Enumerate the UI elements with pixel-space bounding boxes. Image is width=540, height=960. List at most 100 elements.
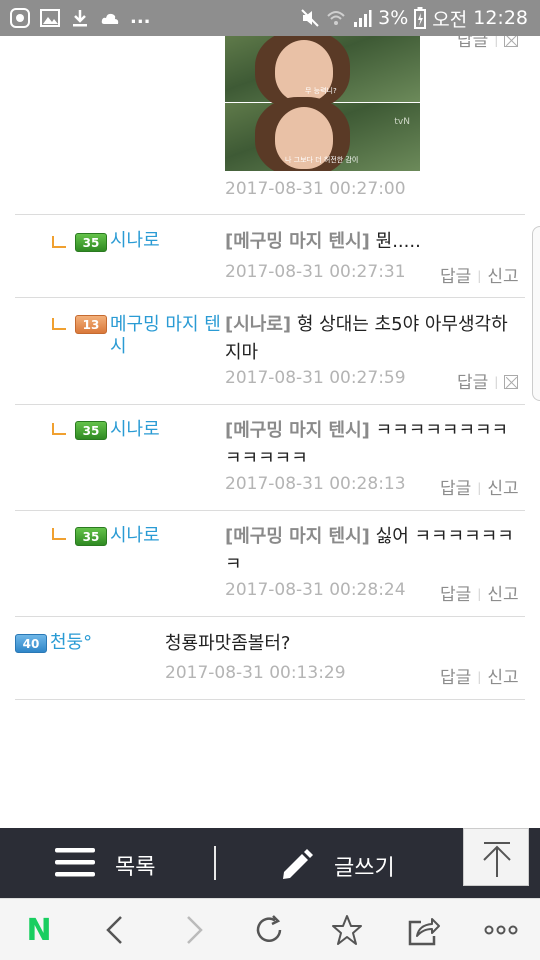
divider — [15, 616, 525, 617]
write-label: 글쓰기 — [334, 856, 395, 881]
divider — [15, 510, 525, 511]
divider — [15, 214, 525, 215]
forward-icon — [187, 916, 203, 944]
scroll-handle[interactable] — [532, 226, 540, 401]
reply-link[interactable]: 답글 — [457, 36, 488, 51]
comment-2-actions: 답글 | — [457, 368, 519, 393]
reply-arrow-icon — [52, 423, 66, 435]
comment-1-body: 뭔..... — [375, 231, 421, 252]
comment-0-actions: 답글 | — [457, 36, 519, 51]
download-icon — [70, 8, 90, 28]
comment-1-actions: 답글 | 신고 — [440, 267, 519, 287]
photo-frame-bottom: tvN 나 그보다 더 허전한 감이 — [225, 97, 420, 171]
comment-2-mention[interactable]: [시나로] — [225, 314, 291, 335]
comment-1-author[interactable]: 시나로 — [110, 230, 160, 252]
reply-link[interactable]: 답글 — [457, 373, 488, 393]
clock-ampm: 오전 — [432, 8, 468, 31]
more-menu-button[interactable] — [484, 913, 518, 947]
comment-2-author-line2: 시 — [110, 336, 127, 357]
comment-3-actions: 답글 | 신고 — [440, 479, 519, 499]
comment-2-author-line1: 메구밍 마지 텐 — [110, 314, 221, 335]
comment-3-author[interactable]: 시나로 — [110, 419, 160, 441]
bottom-app-bar: 목록 글쓰기 — [0, 828, 540, 898]
delete-icon[interactable] — [504, 36, 519, 47]
divider — [15, 404, 525, 405]
delete-icon[interactable] — [504, 375, 519, 389]
comment-3-mention[interactable]: [메구밍 마지 텐시] — [225, 420, 370, 441]
comment-2-text: [시나로] 형 상대는 초5야 아무생각하 지마 — [225, 311, 525, 367]
photo-caption-top: 무 능력니? — [305, 87, 337, 95]
report-link[interactable]: 신고 — [487, 479, 518, 499]
comment-photo[interactable]: 무 능력니? tvN 나 그보다 더 허전한 감이 — [225, 36, 420, 171]
comment-4-mention[interactable]: [메구밍 마지 텐시] — [225, 526, 370, 547]
comment-5-timestamp: 2017-08-31 00:13:29 — [165, 663, 346, 683]
comment-4-body-line1: 싫어 ㅋㅋㅋㅋㅋㅋ — [375, 526, 514, 547]
level-badge: 35 — [75, 527, 107, 546]
back-icon — [106, 916, 122, 944]
notification-icons: ... — [10, 6, 151, 30]
comment-1-mention[interactable]: [메구밍 마지 텐시] — [225, 231, 370, 252]
battery-icon — [414, 7, 427, 29]
comment-5-actions: 답글 | 신고 — [440, 668, 519, 688]
photo-caption-bottom: 나 그보다 더 허전한 감이 — [285, 156, 359, 164]
star-icon — [332, 915, 362, 945]
forward-button[interactable] — [177, 913, 211, 947]
report-link[interactable]: 신고 — [487, 585, 518, 605]
divider — [15, 297, 525, 298]
reply-arrow-icon — [52, 236, 66, 248]
comment-2-timestamp: 2017-08-31 00:27:59 — [225, 368, 406, 388]
list-label: 목록 — [115, 855, 156, 880]
more-icon — [484, 925, 518, 935]
comment-4-text: [메구밍 마지 텐시] 싫어 ㅋㅋㅋㅋㅋㅋ ㅋ — [225, 523, 525, 579]
reply-link[interactable]: 답글 — [440, 267, 471, 287]
comment-2-body-line1: 형 상대는 초5야 아무생각하 — [296, 314, 508, 335]
app-icon — [10, 8, 30, 28]
back-button[interactable] — [98, 913, 132, 947]
comment-4-actions: 답글 | 신고 — [440, 585, 519, 605]
app-bar-divider — [214, 846, 216, 880]
cloud-icon — [100, 8, 120, 28]
comment-4-author[interactable]: 시나로 — [110, 525, 160, 547]
scroll-top-button[interactable] — [463, 828, 529, 886]
photo-watermark: tvN — [394, 117, 410, 127]
wifi-icon — [326, 8, 346, 28]
reply-arrow-icon — [52, 318, 66, 330]
comment-0-timestamp: 2017-08-31 00:27:00 — [225, 179, 406, 199]
status-bar: ... 3% 오전 12:28 — [0, 0, 540, 36]
level-badge: 40 — [15, 634, 47, 653]
comment-1-timestamp: 2017-08-31 00:27:31 — [225, 262, 406, 282]
clock-time: 12:28 — [473, 7, 528, 29]
comment-4-body-line2: ㅋ — [225, 554, 242, 575]
reply-link[interactable]: 답글 — [440, 479, 471, 499]
comment-3-body-line1: ㅋㅋㅋㅋㅋㅋㅋㅋ — [375, 420, 509, 441]
reply-link[interactable]: 답글 — [440, 585, 471, 605]
browser-toolbar: N — [0, 898, 540, 960]
level-badge: 35 — [75, 421, 107, 440]
comment-list: 무 능력니? tvN 나 그보다 더 허전한 감이 답글 | 2017-08-31… — [0, 36, 540, 828]
share-button[interactable] — [407, 913, 441, 947]
hamburger-icon — [55, 846, 95, 884]
reply-arrow-icon — [52, 528, 66, 540]
system-indicators: 3% 오전 12:28 — [300, 6, 528, 31]
naver-home-button[interactable]: N — [22, 913, 56, 948]
comment-3-text: [메구밍 마지 텐시] ㅋㅋㅋㅋㅋㅋㅋㅋ ㅋㅋㅋㅋㅋ — [225, 417, 525, 473]
list-button[interactable]: 목록 — [55, 846, 155, 884]
refresh-button[interactable] — [252, 913, 286, 947]
comment-5-text: 청룡파맛좀볼터? — [165, 633, 291, 654]
report-link[interactable]: 신고 — [487, 267, 518, 287]
comment-2-author[interactable]: 메구밍 마지 텐 시 — [110, 314, 225, 358]
report-link[interactable]: 신고 — [487, 668, 518, 688]
scroll-top-icon — [483, 842, 511, 877]
bookmark-button[interactable] — [330, 913, 364, 947]
level-badge: 35 — [75, 233, 107, 252]
share-icon — [408, 918, 440, 946]
image-icon — [40, 8, 60, 28]
divider — [15, 699, 525, 700]
comment-3-body-line2: ㅋㅋㅋㅋㅋ — [225, 448, 308, 469]
comment-3-timestamp: 2017-08-31 00:28:13 — [225, 474, 406, 494]
battery-percent: 3% — [378, 7, 409, 29]
comment-5-author[interactable]: 천둥° — [50, 632, 92, 654]
reply-link[interactable]: 답글 — [440, 668, 471, 688]
photo-frame-top: 무 능력니? — [225, 36, 420, 110]
write-button[interactable]: 글쓰기 — [280, 846, 395, 886]
